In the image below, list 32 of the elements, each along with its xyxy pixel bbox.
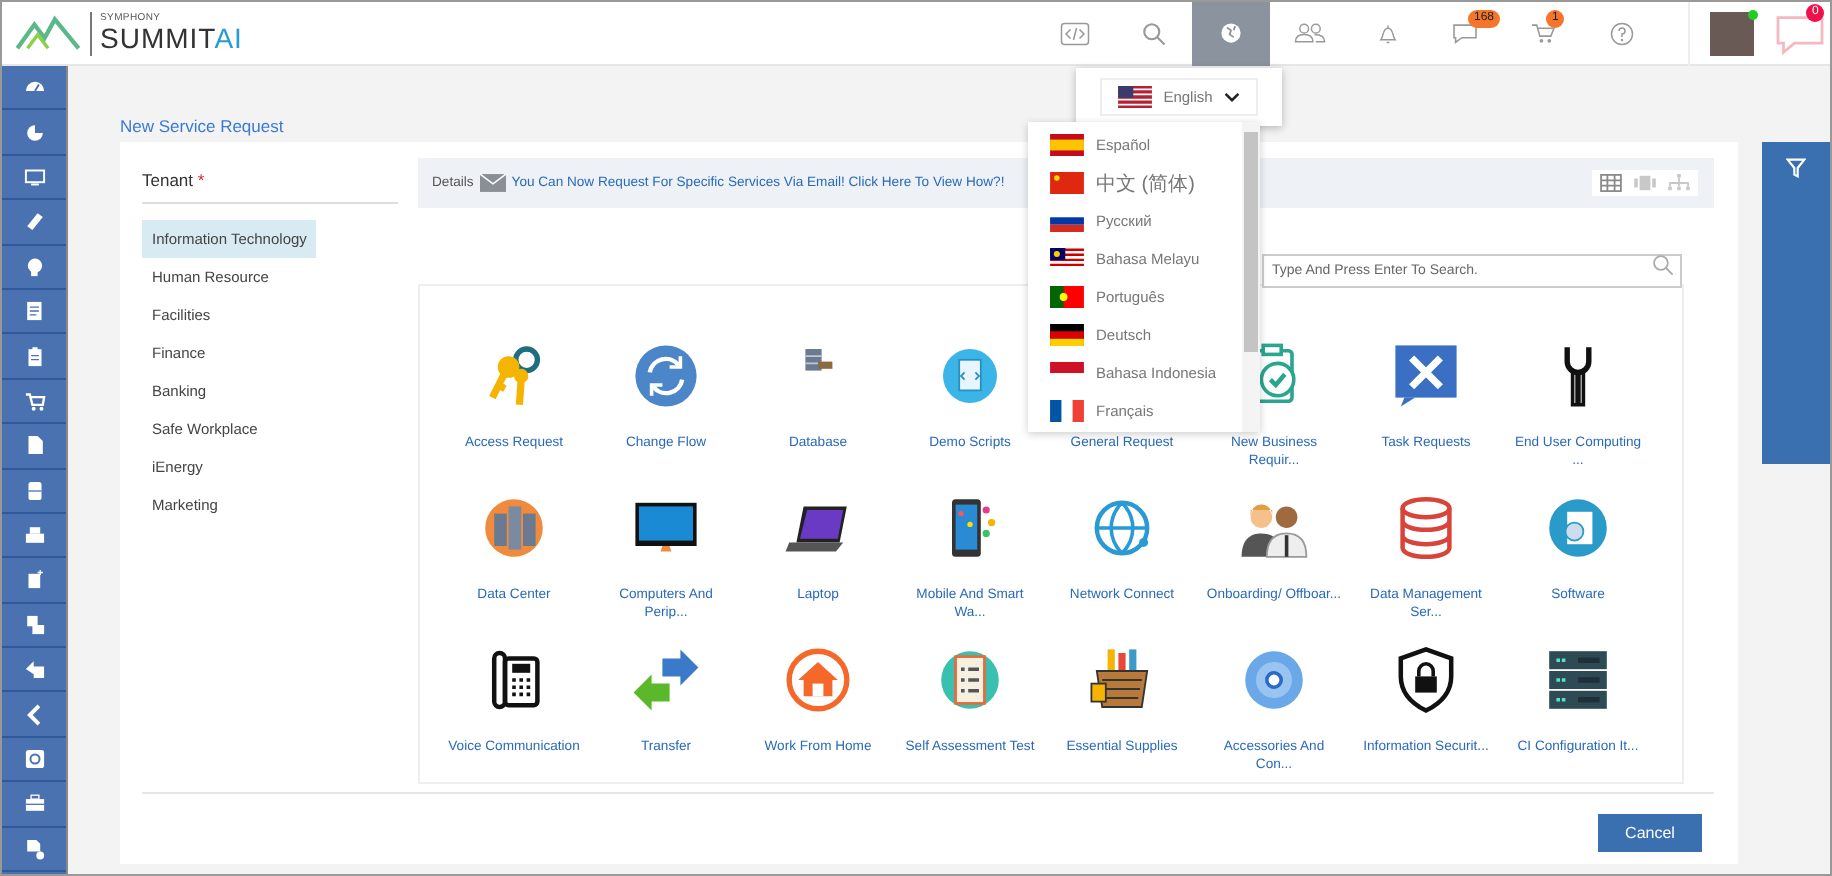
cancel-button[interactable]: Cancel xyxy=(1598,814,1702,852)
cart-icon[interactable] xyxy=(21,387,47,414)
flag-icon xyxy=(1050,172,1084,194)
mountains-logo-icon xyxy=(14,14,82,52)
document-gear-icon[interactable] xyxy=(21,835,47,862)
pie-chart-icon[interactable] xyxy=(21,119,47,146)
filter-icon[interactable] xyxy=(1786,158,1806,178)
flag-icon xyxy=(1050,286,1084,308)
cart-icon[interactable] xyxy=(1530,22,1556,44)
tenant-label: Tenant * xyxy=(142,158,398,204)
arrows-icon[interactable] xyxy=(630,644,702,716)
page-title: New Service Request xyxy=(120,116,286,140)
flag-icon xyxy=(1117,86,1152,108)
globe-icon[interactable] xyxy=(1192,2,1270,65)
chat-bubble-icon[interactable] xyxy=(1772,11,1828,55)
flag-icon xyxy=(1050,324,1084,346)
refresh-icon[interactable] xyxy=(630,340,702,412)
chevron-down-icon xyxy=(1224,92,1241,102)
tools-icon[interactable] xyxy=(1390,340,1462,412)
flag-icon xyxy=(1050,248,1084,270)
avatar-placeholder[interactable] xyxy=(1710,11,1754,55)
scrollbar[interactable] xyxy=(1242,122,1260,432)
grid-view-icon[interactable] xyxy=(1600,174,1622,192)
printer-icon[interactable] xyxy=(21,522,47,549)
briefcase-icon[interactable] xyxy=(21,790,47,817)
logo-name: SUMMITAI xyxy=(100,24,243,52)
envelope-icon xyxy=(479,174,506,192)
language-option[interactable]: 中文 (简体) xyxy=(1096,169,1195,197)
flag-icon xyxy=(1050,134,1084,156)
house-icon[interactable] xyxy=(782,644,854,716)
flag-icon xyxy=(1050,400,1084,422)
message-icon[interactable] xyxy=(1452,22,1478,44)
